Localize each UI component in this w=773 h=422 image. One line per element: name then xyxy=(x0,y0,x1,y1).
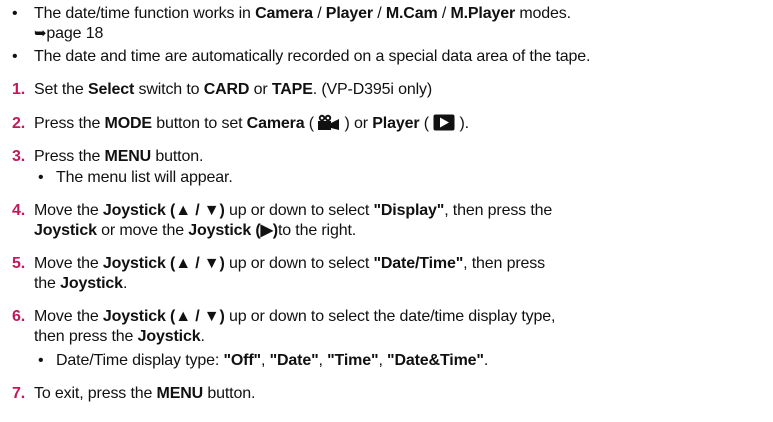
bullet-dot: • xyxy=(12,5,18,22)
text-run: . xyxy=(122,275,128,292)
joystick-label: Joystick (▶) xyxy=(188,222,278,239)
step-number: 1. xyxy=(12,81,26,98)
text-run: up or down to select xyxy=(224,202,374,219)
text-run: up or down to select the date/time displ… xyxy=(224,308,556,325)
text-run: button. xyxy=(203,385,256,402)
text-run: / xyxy=(312,5,326,22)
text-run: ). xyxy=(455,115,469,132)
joystick-label: Joystick (▲ / ▼) xyxy=(102,255,225,272)
bullet-dot: • xyxy=(38,352,44,369)
joystick-label: Joystick xyxy=(60,275,123,292)
step-4-continued: Joystick or move the Joystick (▶)to the … xyxy=(34,221,356,241)
text-run: ) or xyxy=(340,115,373,132)
text-run: Press the xyxy=(34,148,105,165)
menu-button-label: MENU xyxy=(104,148,152,165)
text-run: . (VP-D395i only) xyxy=(312,81,433,98)
text-run: or xyxy=(249,81,272,98)
display-type-date-time: "Date&Time" xyxy=(387,352,484,369)
joystick-label: Joystick xyxy=(137,328,201,345)
text-run: Date/Time display type: xyxy=(56,352,224,369)
menu-option-display: "Display" xyxy=(373,202,445,219)
text-run: ( xyxy=(304,115,319,132)
text-run: button to set xyxy=(151,115,247,132)
text-run: / xyxy=(372,5,386,22)
step-number: 3. xyxy=(12,148,26,165)
text-run: / xyxy=(437,5,451,22)
page-reference: ➥page 18 xyxy=(34,24,103,44)
page-reference-text: page 18 xyxy=(46,25,104,42)
step-number: 5. xyxy=(12,255,26,272)
mode-camera-label: Camera xyxy=(255,5,313,22)
step-number: 4. xyxy=(12,202,26,219)
mode-mcam-label: M.Cam xyxy=(385,5,438,22)
text-run: or move the xyxy=(96,222,189,239)
text-run: Move the xyxy=(34,308,103,325)
text-run: then press the xyxy=(34,328,138,345)
camera-mode-label: Camera xyxy=(246,115,305,132)
step-number: 7. xyxy=(12,385,26,402)
page-reference-arrow-icon: ➥ xyxy=(34,25,47,42)
bullet-dot: • xyxy=(12,48,18,65)
note-text: The menu list will appear. xyxy=(56,169,233,186)
joystick-label: Joystick xyxy=(34,222,97,239)
text-run: To exit, press the xyxy=(34,385,157,402)
mode-player-label: Player xyxy=(325,5,373,22)
text-run: Move the xyxy=(34,202,103,219)
text-run: The date/time function works in xyxy=(34,5,256,22)
select-switch-label: Select xyxy=(87,81,135,98)
step-number: 6. xyxy=(12,308,26,325)
text-run: button. xyxy=(151,148,204,165)
display-type-off: "Off" xyxy=(223,352,261,369)
text-run: modes. xyxy=(515,5,571,22)
text-run: , xyxy=(378,352,388,369)
step-6-continued: then press the Joystick. xyxy=(34,327,205,347)
card-label: CARD xyxy=(203,81,250,98)
text-run: ( xyxy=(419,115,434,132)
text-run: to the right. xyxy=(277,222,357,239)
note-text: The date and time are automatically reco… xyxy=(34,48,591,65)
display-type-date: "Date" xyxy=(269,352,319,369)
display-type-time: "Time" xyxy=(327,352,379,369)
text-run: Press the xyxy=(34,115,105,132)
text-run: . xyxy=(483,352,489,369)
mode-mplayer-label: M.Player xyxy=(450,5,516,22)
menu-button-label: MENU xyxy=(156,385,204,402)
mode-button-label: MODE xyxy=(104,115,153,132)
text-run: . xyxy=(200,328,205,345)
camera-icon xyxy=(318,114,340,137)
joystick-label: Joystick (▲ / ▼) xyxy=(102,202,225,219)
text-run: switch to xyxy=(134,81,204,98)
text-run: , then press xyxy=(463,255,545,272)
step-number: 2. xyxy=(12,115,26,132)
text-run: the xyxy=(34,275,61,292)
text-run: , then press the xyxy=(444,202,553,219)
menu-option-date-time: "Date/Time" xyxy=(373,255,464,272)
tape-label: TAPE xyxy=(271,81,313,98)
player-mode-label: Player xyxy=(372,115,420,132)
bullet-dot: • xyxy=(38,169,44,186)
text-run: Set the xyxy=(34,81,88,98)
joystick-label: Joystick (▲ / ▼) xyxy=(102,308,225,325)
text-run: up or down to select xyxy=(224,255,374,272)
step-5-continued: the Joystick. xyxy=(34,274,127,294)
manual-page: • The date/time function works in Camera… xyxy=(0,0,773,422)
play-icon xyxy=(433,114,455,137)
text-run: Move the xyxy=(34,255,103,272)
text-run: , xyxy=(318,352,328,369)
text-run: , xyxy=(260,352,270,369)
